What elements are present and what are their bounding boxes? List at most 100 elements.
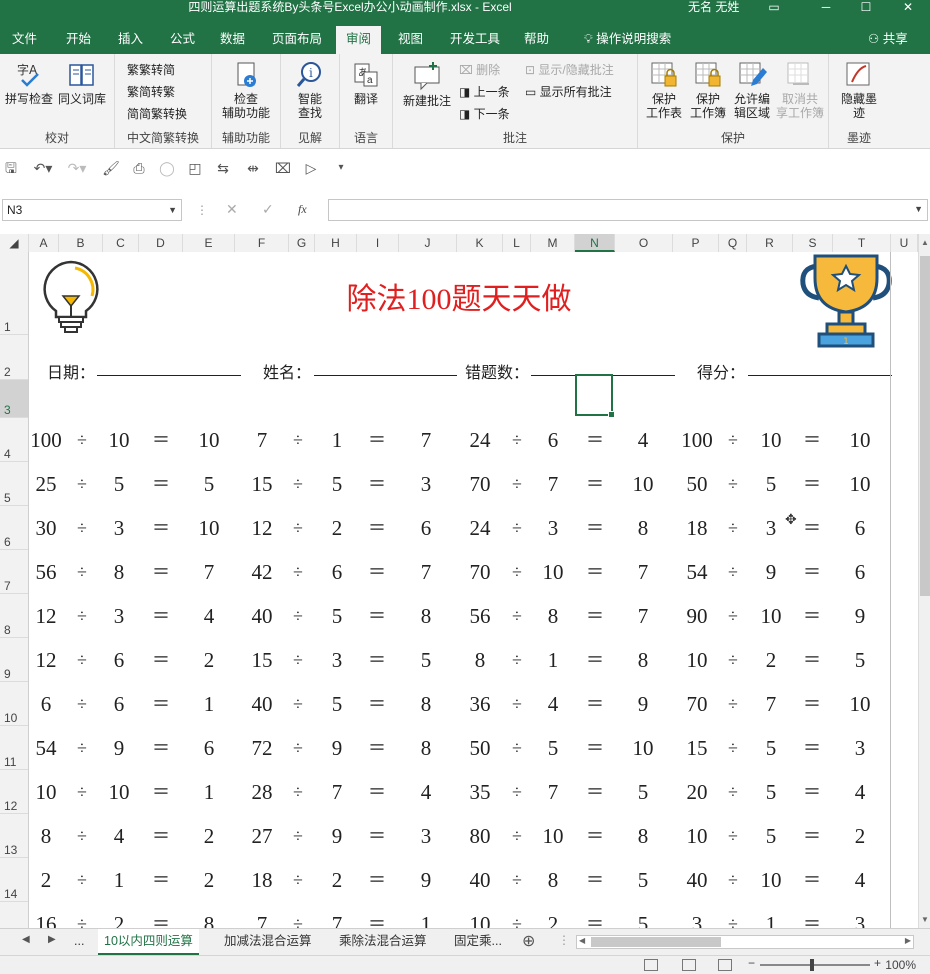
- tab-help[interactable]: 帮助: [514, 26, 559, 54]
- quotient[interactable]: 5: [404, 638, 448, 682]
- quotient[interactable]: 2: [187, 858, 231, 902]
- sheet-tab-active[interactable]: 10以内四则运算: [98, 929, 199, 955]
- divisor[interactable]: 7: [531, 770, 575, 814]
- quotient[interactable]: 9: [621, 682, 665, 726]
- col-header[interactable]: H: [315, 234, 357, 252]
- sheet-tab[interactable]: 固定乘...: [448, 929, 508, 953]
- equals-sign[interactable]: ＝: [790, 418, 834, 462]
- tab-formulas[interactable]: 公式: [160, 26, 205, 54]
- check-accessibility-button[interactable]: 检查 辅助功能: [216, 60, 276, 120]
- equals-sign[interactable]: ＝: [790, 902, 834, 928]
- divisor[interactable]: 2: [315, 858, 359, 902]
- equals-sign[interactable]: ＝: [355, 506, 399, 550]
- col-header[interactable]: P: [673, 234, 719, 252]
- equals-sign[interactable]: ＝: [355, 462, 399, 506]
- divisor[interactable]: 5: [749, 814, 793, 858]
- undo-icon[interactable]: ↶▾: [30, 159, 56, 177]
- divisor[interactable]: 3: [97, 594, 141, 638]
- quotient[interactable]: 8: [187, 902, 231, 928]
- customize-qat-icon[interactable]: ▾: [332, 159, 350, 177]
- add-sheet-icon[interactable]: ⊕: [522, 931, 535, 951]
- share-button[interactable]: ⚇ 共享: [858, 26, 918, 54]
- col-header[interactable]: G: [289, 234, 315, 252]
- row-header[interactable]: 2: [0, 335, 28, 380]
- divide-sign[interactable]: ÷: [276, 638, 320, 682]
- divisor[interactable]: 8: [97, 550, 141, 594]
- zoom-level[interactable]: 100%: [885, 958, 916, 972]
- divide-sign[interactable]: ÷: [276, 594, 320, 638]
- equals-sign[interactable]: ＝: [790, 594, 834, 638]
- equals-sign[interactable]: ＝: [139, 770, 183, 814]
- row-header[interactable]: 7: [0, 550, 28, 594]
- col-header[interactable]: Q: [719, 234, 747, 252]
- col-header[interactable]: C: [103, 234, 139, 252]
- divisor[interactable]: 7: [315, 770, 359, 814]
- divide-sign[interactable]: ÷: [276, 814, 320, 858]
- col-header[interactable]: U: [891, 234, 918, 252]
- quotient[interactable]: 6: [838, 550, 882, 594]
- zoom-slider-thumb[interactable]: [810, 959, 814, 971]
- equals-sign[interactable]: ＝: [355, 902, 399, 928]
- zoom-out-icon[interactable]: −: [748, 956, 755, 970]
- col-header-selected[interactable]: N: [575, 234, 615, 252]
- quotient[interactable]: 1: [187, 770, 231, 814]
- divisor[interactable]: 6: [97, 682, 141, 726]
- quotient[interactable]: 9: [838, 594, 882, 638]
- divide-sign[interactable]: ÷: [276, 550, 320, 594]
- divide-sign[interactable]: ÷: [276, 902, 320, 928]
- equals-sign[interactable]: ＝: [139, 506, 183, 550]
- minimize-button[interactable]: ─: [808, 0, 844, 16]
- divisor[interactable]: 5: [315, 682, 359, 726]
- quotient[interactable]: 4: [838, 858, 882, 902]
- quotient[interactable]: 6: [838, 506, 882, 550]
- tab-insert[interactable]: 插入: [108, 26, 153, 54]
- quotient[interactable]: 3: [838, 902, 882, 928]
- quotient[interactable]: 10: [838, 462, 882, 506]
- equals-sign[interactable]: ＝: [139, 682, 183, 726]
- equals-sign[interactable]: ＝: [790, 814, 834, 858]
- selected-cell-N3[interactable]: [575, 374, 615, 418]
- equals-sign[interactable]: ＝: [790, 638, 834, 682]
- divide-sign[interactable]: ÷: [276, 506, 320, 550]
- equals-sign[interactable]: ＝: [355, 418, 399, 462]
- quotient[interactable]: 5: [621, 858, 665, 902]
- zoom-in-icon[interactable]: +: [874, 956, 881, 970]
- row-header[interactable]: 6: [0, 506, 28, 550]
- quotient[interactable]: 7: [404, 418, 448, 462]
- divisor[interactable]: 7: [749, 682, 793, 726]
- save-icon[interactable]: 🖫︎: [2, 159, 20, 177]
- spell-check-button[interactable]: 字A 拼写检查: [4, 60, 54, 106]
- enter-icon[interactable]: ✓: [262, 201, 274, 218]
- equals-sign[interactable]: ＝: [139, 814, 183, 858]
- divisor[interactable]: 10: [749, 418, 793, 462]
- new-comment-button[interactable]: 新建批注: [399, 60, 455, 108]
- equals-sign[interactable]: ＝: [355, 814, 399, 858]
- quotient[interactable]: 10: [187, 418, 231, 462]
- col-header[interactable]: R: [747, 234, 793, 252]
- user-name[interactable]: 无名 无姓: [688, 0, 739, 14]
- col-header[interactable]: F: [235, 234, 289, 252]
- equals-sign[interactable]: ＝: [790, 770, 834, 814]
- equals-sign[interactable]: ＝: [355, 550, 399, 594]
- divisor[interactable]: 10: [97, 770, 141, 814]
- worksheet-grid[interactable]: 除法100题天天做 1 日期： 姓名： 错题数： 得分： 100 ÷ 10 ＝ 10 7 ÷…: [29, 252, 918, 928]
- tab-review[interactable]: 审阅: [336, 26, 382, 54]
- tab-developer[interactable]: 开发工具: [440, 26, 510, 54]
- page-break-view-icon[interactable]: [718, 959, 732, 971]
- divisor[interactable]: 7: [315, 902, 359, 928]
- quotient[interactable]: 2: [838, 814, 882, 858]
- row-header-selected[interactable]: 3: [0, 380, 28, 418]
- equals-sign[interactable]: ＝: [355, 682, 399, 726]
- equals-sign[interactable]: ＝: [355, 726, 399, 770]
- divisor[interactable]: 10: [749, 594, 793, 638]
- equals-sign[interactable]: ＝: [573, 418, 617, 462]
- next-sheet-icon[interactable]: ▶: [48, 934, 56, 945]
- equals-sign[interactable]: ＝: [573, 726, 617, 770]
- equals-sign[interactable]: ＝: [573, 594, 617, 638]
- divisor[interactable]: 1: [97, 858, 141, 902]
- quotient[interactable]: 10: [621, 462, 665, 506]
- quotient[interactable]: 10: [621, 726, 665, 770]
- equals-sign[interactable]: ＝: [355, 858, 399, 902]
- divisor[interactable]: 9: [315, 726, 359, 770]
- divisor[interactable]: 5: [531, 726, 575, 770]
